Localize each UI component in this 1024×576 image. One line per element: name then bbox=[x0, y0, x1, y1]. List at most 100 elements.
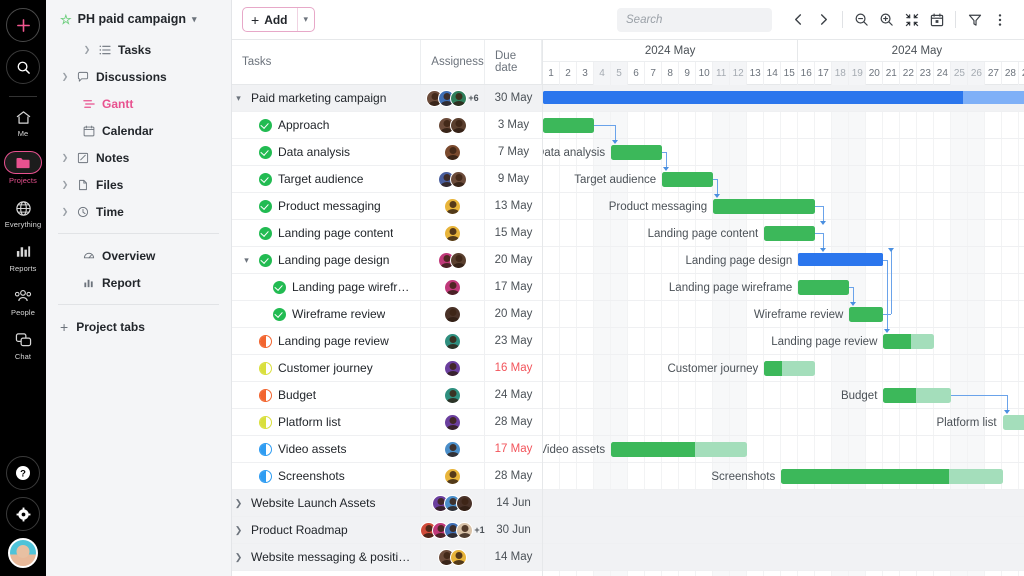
table-row[interactable]: ❯ Website messaging & positioning 14 May bbox=[232, 544, 542, 571]
table-row[interactable]: Budget 24 May bbox=[232, 382, 542, 409]
avatar[interactable] bbox=[444, 332, 461, 350]
assignee-cell[interactable] bbox=[421, 544, 485, 570]
assignee-avatars[interactable] bbox=[432, 494, 473, 512]
gantt-summary-bar[interactable] bbox=[798, 253, 884, 266]
task-name-cell[interactable]: Product messaging bbox=[232, 193, 421, 219]
gantt-summary-bar[interactable] bbox=[543, 91, 1024, 104]
timeline-row[interactable] bbox=[543, 85, 1024, 112]
task-name-cell[interactable]: Target audience bbox=[232, 166, 421, 192]
table-row[interactable]: Wireframe review 20 May bbox=[232, 301, 542, 328]
timeline-body[interactable]: Data analysis Target audience Product mess… bbox=[543, 85, 1024, 576]
assignee-cell[interactable] bbox=[421, 328, 485, 354]
status-badge[interactable] bbox=[273, 280, 286, 294]
table-row[interactable]: Product messaging 13 May bbox=[232, 193, 542, 220]
gantt-task-bar[interactable] bbox=[764, 361, 816, 376]
table-row[interactable]: ❯ Product Roadmap +1 30 Jun bbox=[232, 517, 542, 544]
task-name-cell[interactable]: Approach bbox=[232, 112, 421, 138]
assignee-avatars[interactable]: +1 bbox=[420, 521, 485, 539]
search-input[interactable]: Search bbox=[617, 7, 772, 32]
chevron-right-icon[interactable]: ❯ bbox=[232, 552, 245, 563]
timeline-row[interactable]: Landing page wireframe bbox=[543, 274, 1024, 301]
due-date-cell[interactable]: 14 Jun bbox=[485, 490, 542, 516]
timeline-row[interactable]: Landing page content bbox=[543, 220, 1024, 247]
chevron-right-icon[interactable]: ❯ bbox=[232, 498, 245, 509]
assignee-cell[interactable] bbox=[421, 301, 485, 327]
sidebar-item-overview[interactable]: Overview bbox=[56, 242, 221, 269]
timeline-row[interactable]: Video assets bbox=[543, 436, 1024, 463]
table-row[interactable]: Landing page content 15 May bbox=[232, 220, 542, 247]
assignee-avatars[interactable] bbox=[438, 116, 467, 134]
chevron-right-icon[interactable]: ❯ bbox=[60, 207, 70, 216]
gantt-task-bar[interactable] bbox=[611, 442, 748, 457]
assignee-cell[interactable] bbox=[421, 355, 485, 381]
more-icon[interactable] bbox=[987, 7, 1012, 32]
assignee-cell[interactable] bbox=[421, 274, 485, 300]
sidebar-item-notes[interactable]: ❯ Notes bbox=[56, 144, 221, 171]
task-name-cell[interactable]: ❯ Website messaging & positioning bbox=[232, 544, 421, 570]
assignee-cell[interactable] bbox=[421, 220, 485, 246]
assignee-avatars[interactable] bbox=[444, 278, 461, 296]
status-badge[interactable] bbox=[259, 118, 272, 132]
table-row[interactable]: Data analysis 7 May bbox=[232, 139, 542, 166]
sidebar-item-gantt[interactable]: Gantt bbox=[56, 90, 221, 117]
due-date-cell[interactable]: 17 May bbox=[485, 436, 542, 462]
column-header-assignees[interactable]: Assigness bbox=[421, 40, 485, 84]
chevron-right-icon[interactable]: ❯ bbox=[82, 45, 92, 54]
chevron-down-icon[interactable]: ▾ bbox=[240, 255, 253, 266]
status-badge[interactable] bbox=[259, 388, 272, 402]
status-badge[interactable] bbox=[259, 442, 272, 456]
gantt-task-bar[interactable] bbox=[781, 469, 1003, 484]
gantt-task-bar[interactable] bbox=[798, 280, 850, 295]
chevron-right-icon[interactable]: ❯ bbox=[60, 72, 70, 81]
assignee-cell[interactable]: +1 bbox=[420, 517, 485, 543]
assignee-avatars[interactable] bbox=[444, 197, 461, 215]
avatar[interactable] bbox=[8, 538, 38, 568]
assignee-cell[interactable] bbox=[421, 490, 485, 516]
due-date-cell[interactable]: 23 May bbox=[485, 328, 542, 354]
assignee-avatars[interactable] bbox=[444, 413, 461, 431]
status-badge[interactable] bbox=[259, 334, 272, 348]
gantt-task-bar[interactable] bbox=[883, 334, 935, 349]
avatar[interactable] bbox=[444, 359, 461, 377]
task-name-cell[interactable]: Landing page review bbox=[232, 328, 421, 354]
status-badge[interactable] bbox=[259, 145, 272, 159]
due-date-cell[interactable]: 15 May bbox=[485, 220, 542, 246]
rail-item-me[interactable]: Me bbox=[0, 107, 46, 138]
assignee-avatars[interactable] bbox=[438, 548, 467, 566]
project-title-row[interactable]: ☆ PH paid campaign ▾ bbox=[56, 0, 221, 36]
assignee-avatars[interactable] bbox=[444, 467, 461, 485]
timeline-row[interactable]: Customer journey bbox=[543, 355, 1024, 382]
task-name-cell[interactable]: Screenshots bbox=[232, 463, 421, 489]
chevron-right-icon[interactable]: ❯ bbox=[60, 153, 70, 162]
zoom-in-icon[interactable] bbox=[874, 7, 899, 32]
add-button-main[interactable]: + Add bbox=[243, 8, 297, 31]
filter-icon[interactable] bbox=[962, 7, 987, 32]
status-badge[interactable] bbox=[259, 415, 272, 429]
avatar[interactable] bbox=[450, 89, 468, 107]
due-date-cell[interactable]: 24 May bbox=[485, 382, 542, 408]
today-calendar-icon[interactable] bbox=[924, 7, 949, 32]
status-badge[interactable] bbox=[259, 172, 272, 186]
table-row[interactable]: Landing page review 23 May bbox=[232, 328, 542, 355]
avatar[interactable] bbox=[450, 251, 467, 269]
task-name-cell[interactable]: ❯ Website Launch Assets bbox=[232, 490, 421, 516]
star-icon[interactable]: ☆ bbox=[60, 13, 72, 26]
gantt-task-bar[interactable] bbox=[883, 388, 952, 403]
assignee-cell[interactable] bbox=[421, 436, 485, 462]
table-row[interactable]: Approach 3 May bbox=[232, 112, 542, 139]
fit-icon[interactable] bbox=[899, 7, 924, 32]
gantt-task-bar[interactable] bbox=[662, 172, 714, 187]
due-date-cell[interactable]: 17 May bbox=[485, 274, 542, 300]
next-icon[interactable] bbox=[811, 7, 836, 32]
timeline-row[interactable]: Product messaging bbox=[543, 193, 1024, 220]
due-date-cell[interactable]: 14 May bbox=[485, 544, 542, 570]
gantt-task-bar[interactable] bbox=[764, 226, 816, 241]
add-button-dropdown[interactable]: ▾ bbox=[296, 8, 315, 31]
timeline-row[interactable]: Landing page design bbox=[543, 247, 1024, 274]
chevron-down-icon[interactable]: ▾ bbox=[192, 14, 197, 25]
avatar[interactable] bbox=[450, 548, 467, 566]
task-name-cell[interactable]: ▾ Landing page design bbox=[232, 247, 421, 273]
timeline-row[interactable] bbox=[543, 544, 1024, 571]
due-date-cell[interactable]: 3 May bbox=[485, 112, 542, 138]
task-name-cell[interactable]: Platform list bbox=[232, 409, 421, 435]
